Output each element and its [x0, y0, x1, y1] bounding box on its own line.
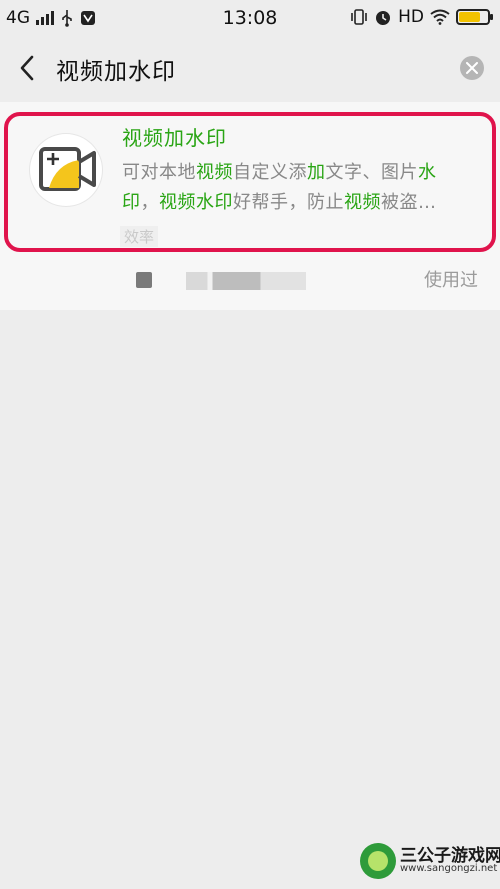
developer-icon [136, 272, 152, 288]
highlight-text: 水 [418, 162, 437, 183]
status-bar: 4G 13:08 HD [0, 0, 500, 36]
watermark-url: www.sangongzi.net [400, 863, 498, 874]
search-input[interactable]: 视频加水印 [56, 52, 176, 86]
clear-search-icon[interactable] [460, 56, 484, 80]
back-arrow-icon[interactable] [14, 52, 42, 84]
search-bar: 视频加水印 [0, 36, 500, 100]
description-text: 自定义添 [233, 162, 307, 183]
watermark-logo-icon [360, 843, 396, 879]
highlight-text: 视频 [344, 192, 381, 213]
site-watermark: 三公子游戏网 www.sangongzi.net [360, 837, 500, 883]
mini-program-result-card[interactable]: 视频加水印 可对本地视频自定义添加文字、图片水 印，视频水印好帮手，防止视频被盗… [4, 112, 496, 252]
search-result-list: 视频加水印 可对本地视频自定义添加文字、图片水 印，视频水印好帮手，防止视频被盗…… [0, 102, 500, 310]
result-title: 视频加水印 [122, 126, 227, 150]
highlight-text: 加 [307, 162, 326, 183]
vibrate-icon [351, 9, 367, 25]
video-camera-icon [39, 147, 96, 191]
highlight-text: 印 [122, 192, 141, 213]
description-text: 被盗… [381, 192, 437, 213]
battery-icon [456, 9, 493, 25]
wifi-icon [430, 9, 450, 25]
developer-row: 公司 使用过 [0, 260, 500, 300]
used-label: 使用过 [424, 270, 478, 291]
description-text: ， [140, 192, 159, 213]
alarm-icon [376, 11, 391, 25]
category-tag: 效率 [120, 226, 159, 247]
highlight-text: 视频 [196, 162, 233, 183]
developer-name: 公司 [186, 272, 306, 290]
result-description: 可对本地视频自定义添加文字、图片水 印，视频水印好帮手，防止视频被盗… [122, 158, 482, 218]
highlight-text: 视频水印 [159, 192, 233, 213]
app-logo [30, 134, 102, 206]
description-text: 可对本地 [122, 162, 196, 183]
description-text: 文字、图片 [325, 162, 418, 183]
description-text: 好帮手，防止 [233, 192, 344, 213]
hd-label: HD [398, 7, 424, 27]
status-right: HD [350, 7, 493, 27]
